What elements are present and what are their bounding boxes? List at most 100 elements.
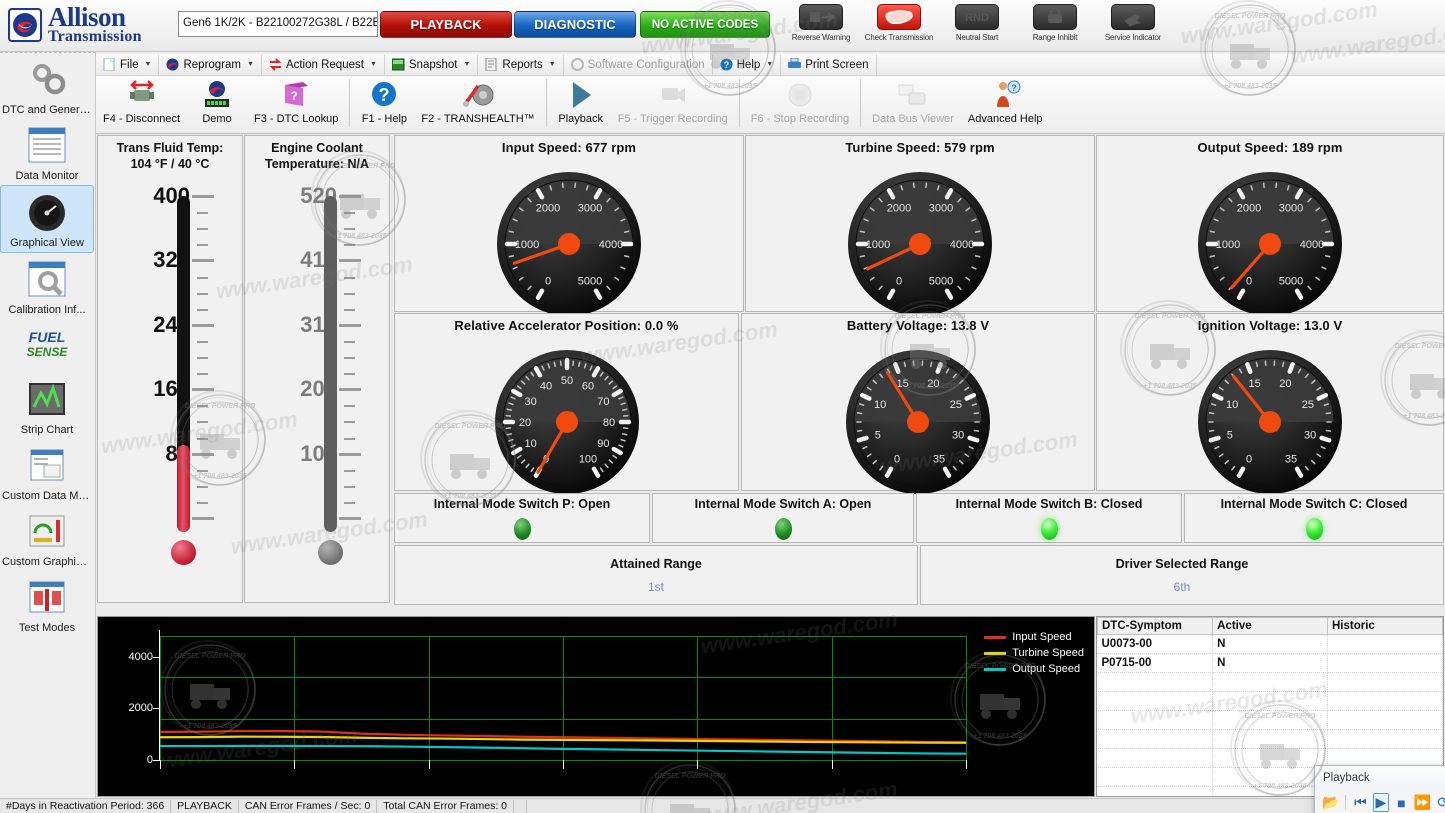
rewind-start-button[interactable]: ⏮ — [1352, 793, 1368, 812]
playback-dialog[interactable]: Playback × 📂⏮▶■⏩⟳TB✉ 0255075100 Total Fi… — [1314, 765, 1445, 813]
svg-text:1000: 1000 — [1216, 239, 1240, 251]
toolbar-button-advanced-help[interactable]: ? Advanced Help — [961, 76, 1050, 125]
column-header-historic[interactable]: Historic — [1327, 617, 1443, 635]
svg-text:20: 20 — [927, 378, 939, 390]
thermometer-major-tick — [339, 388, 361, 392]
sidebar-item-label: Test Modes — [18, 622, 76, 634]
strip-chart-panel: 0 2000 4000 Input Speed Turbine Speed Output… — [97, 616, 1095, 797]
telltale-service-indicator[interactable]: Service Indicator — [1094, 4, 1172, 42]
table-cell — [1212, 691, 1328, 711]
toolbar-button-demo[interactable]: Demo — [187, 76, 247, 125]
table-cell — [1212, 672, 1328, 692]
telltale-neutral-start[interactable]: RND Neutral Start — [938, 4, 1016, 42]
thermometer-bulb — [171, 540, 196, 565]
fast-forward-button[interactable]: ⏩ — [1413, 793, 1430, 812]
chevron-down-icon[interactable]: ▼ — [247, 61, 254, 68]
toolbar-button-playback[interactable]: Playback — [551, 76, 611, 125]
status-badge-no-active-codes[interactable]: NO ACTIVE CODES — [640, 11, 770, 38]
svg-text:25: 25 — [1302, 399, 1314, 411]
sidebar-item-custom-data-mon[interactable]: Custom Data Mon... — [0, 439, 94, 505]
svg-text:3000: 3000 — [1279, 203, 1303, 215]
chevron-down-icon[interactable]: ▼ — [463, 61, 470, 68]
toolbar-button-f5-trigger-recording[interactable]: F5 - Trigger Recording — [611, 76, 735, 125]
trans-fluid-temp-body: 400320240160800 — [98, 182, 242, 596]
sidebar-item-strip-chart[interactable]: Strip Chart — [0, 373, 94, 439]
loop-button[interactable]: ⟳ — [1435, 793, 1445, 812]
legend-label: Input Speed — [1012, 631, 1072, 643]
gears-icon — [2, 57, 92, 103]
svg-text:?: ? — [1011, 83, 1017, 93]
sidebar-item-custom-graphics[interactable]: Custom Graphics... — [0, 505, 94, 571]
open-file-button[interactable]: 📂 — [1322, 793, 1339, 812]
toolbar-button-f3-dtc-lookup[interactable]: ? F3 - DTC Lookup — [247, 76, 345, 125]
toolbar-button-f1-help[interactable]: ? F1 - Help — [354, 76, 414, 125]
stop-button[interactable]: ■ — [1393, 793, 1409, 812]
toolbar-button-f6-stop-recording[interactable]: F6 - Stop Recording — [744, 76, 856, 125]
svg-text:50: 50 — [560, 375, 572, 387]
gauge-dial: 051015 20253035 — [1198, 350, 1342, 494]
thermometer-bulb — [318, 540, 343, 565]
menu-item-help[interactable]: ? Help ▼ — [713, 54, 782, 75]
menu-item-print-screen[interactable]: Print Screen — [781, 54, 877, 75]
menu-item-reports[interactable]: Reports ▼ — [478, 54, 564, 75]
svg-text:1000: 1000 — [515, 239, 539, 251]
menu-item-action-request[interactable]: Action Request ▼ — [262, 54, 385, 75]
svg-text:FUEL: FUEL — [29, 329, 66, 345]
telltale-check-transmission[interactable]: Check Transmission — [860, 4, 938, 42]
sidebar-item-dtc-and-general[interactable]: DTC and General... — [0, 53, 94, 119]
toolbar-button-f2-transhealth[interactable]: F2 - TRANSHEALTH™ — [414, 76, 541, 125]
status-led — [513, 517, 531, 540]
playback-dialog-titlebar: Playback × — [1315, 766, 1445, 790]
thermometer-minor-tick — [197, 501, 208, 504]
svg-text:0: 0 — [1246, 275, 1252, 287]
table-row[interactable]: U0073-00 N — [1097, 634, 1443, 654]
menu-item-reprogram[interactable]: Reprogram ▼ — [159, 54, 262, 75]
sidebar-item-fuel-sense[interactable]: FUEL SENSE — [0, 319, 94, 373]
column-header-active[interactable]: Active — [1212, 617, 1328, 635]
menu-item-snapshot[interactable]: Snapshot ▼ — [385, 54, 479, 75]
ecu-identification-field[interactable]: Gen6 1K/2K - B22100272G38L / B22BCN — [178, 11, 378, 37]
gauge-dial: 051015 20253035 — [846, 350, 990, 494]
svg-text:30: 30 — [952, 429, 964, 441]
toolbar-button-f4-disconnect[interactable]: F4 - Disconnect — [96, 76, 187, 125]
toolbar-button-data-bus-viewer[interactable]: Data Bus Viewer — [865, 76, 961, 125]
telltale-reverse-warning[interactable]: Reverse Warning — [782, 4, 860, 42]
table-row[interactable]: P0715-00 N — [1097, 653, 1443, 673]
brand-name-secondary: Transmission — [48, 28, 142, 45]
table-row[interactable] — [1097, 710, 1443, 730]
legend-item: Output Speed — [984, 661, 1084, 677]
sidebar-item-test-modes[interactable]: Test Modes — [0, 571, 94, 637]
table-row[interactable] — [1097, 672, 1443, 692]
chevron-down-icon[interactable]: ▼ — [549, 61, 556, 68]
table-row[interactable] — [1097, 691, 1443, 711]
strip-chart-icon — [2, 377, 92, 423]
sidebar-item-calibration-inf[interactable]: Calibration Inf... — [0, 253, 94, 319]
sidebar-item-graphical-view[interactable]: Graphical View — [0, 185, 94, 253]
column-header-dtc-symptom[interactable]: DTC-Symptom — [1097, 617, 1214, 635]
menu-item-file[interactable]: File ▼ — [96, 54, 160, 75]
gauge-title: Turbine Speed: 579 rpm — [845, 140, 995, 155]
gauge-dial: 0 1000 2000 3000 4000 5000 — [848, 172, 992, 316]
toolbar-button-label: Playback — [558, 113, 603, 125]
status-bar-item-1: PLAYBACK — [171, 799, 239, 813]
sidebar-item-data-monitor[interactable]: Data Monitor — [0, 119, 94, 185]
status-badge-playback[interactable]: PLAYBACK — [380, 11, 512, 38]
custom-data-monitor-icon — [2, 443, 92, 489]
data-bus-viewer-icon — [897, 79, 929, 111]
playback-icon — [565, 79, 597, 111]
y-axis-tick — [153, 760, 160, 761]
table-row[interactable] — [1097, 729, 1443, 749]
menu-item-label: Action Request — [285, 58, 364, 71]
status-badge-diagnostic[interactable]: DIAGNOSTIC — [514, 11, 636, 38]
menu-bar: File ▼ Reprogram ▼ Action Request ▼ Snapshot ▼ R… — [96, 54, 1445, 76]
chevron-down-icon[interactable]: ▼ — [766, 61, 773, 68]
menu-item-software-configuration[interactable]: Software Configuration — [564, 54, 713, 75]
chevron-down-icon[interactable]: ▼ — [370, 61, 377, 68]
thermometer-major-tick — [192, 452, 214, 456]
telltale-range-inhibit[interactable]: Range Inhibit — [1016, 4, 1094, 42]
legend-color-swatch — [984, 635, 1007, 639]
play-button[interactable]: ▶ — [1372, 793, 1390, 812]
thermometer-tube — [177, 196, 190, 532]
service-indicator-icon — [1111, 4, 1155, 30]
chevron-down-icon[interactable]: ▼ — [145, 61, 152, 68]
